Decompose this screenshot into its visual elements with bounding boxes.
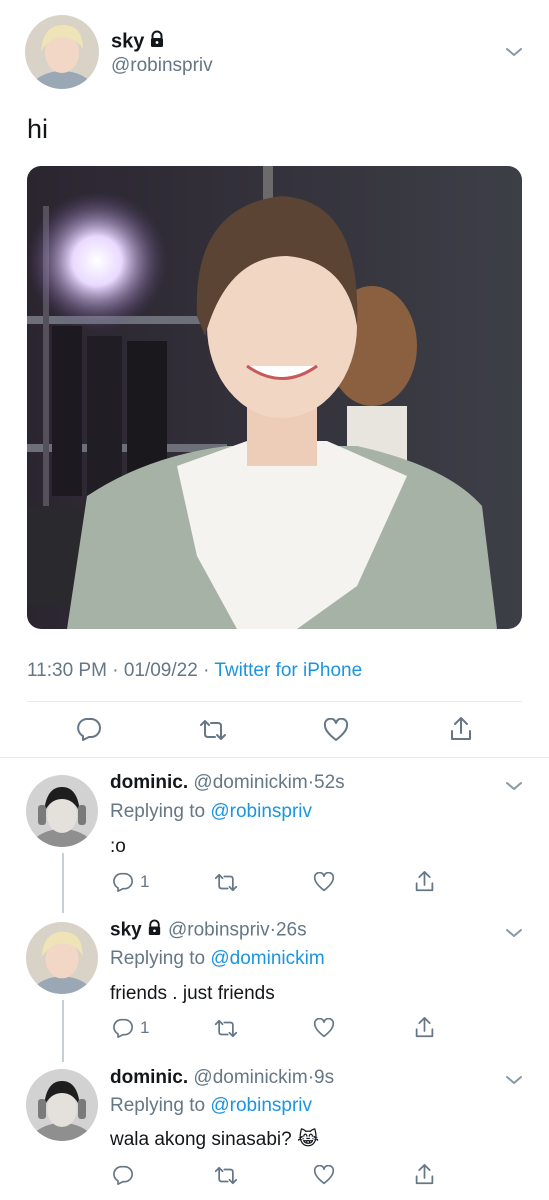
reply-text: friends . just friends [110, 983, 275, 1004]
reply-button[interactable]: 1 [112, 1018, 149, 1038]
handle[interactable]: @robinspriv [111, 55, 213, 77]
replying-prefix: Replying to [110, 948, 206, 969]
reply-count: 1 [140, 1018, 150, 1037]
like-button[interactable] [313, 1165, 335, 1185]
handle[interactable]: @robinspriv [168, 920, 270, 941]
reply-icon [77, 718, 101, 741]
chevron-down-icon[interactable] [503, 779, 525, 793]
cat-tears-emoji: 😹 [296, 1129, 320, 1150]
reply-icon [113, 872, 133, 892]
avatar-dominic[interactable] [26, 775, 98, 847]
lock-icon [146, 919, 163, 942]
avatar-sky[interactable] [25, 15, 99, 89]
tweet-text: hi [27, 114, 49, 144]
reply-text: wala akong sinasabi? [110, 1129, 292, 1150]
tweet-date: 01/09/22 [123, 660, 198, 681]
retweet-button[interactable] [214, 873, 238, 892]
like-button[interactable] [313, 872, 335, 892]
share-icon [415, 1017, 434, 1038]
like-button[interactable] [323, 718, 349, 742]
thread-line [62, 1000, 64, 1062]
chevron-down-icon[interactable] [503, 1073, 525, 1087]
replying-prefix: Replying to [110, 801, 206, 822]
time-ago: 52s [314, 772, 345, 793]
tweet-photo[interactable] [27, 166, 522, 629]
heart-icon [313, 1018, 335, 1038]
retweet-icon [200, 720, 226, 740]
reply-header: dominic. @dominickim·52s [110, 772, 345, 794]
retweet-icon [214, 1166, 238, 1185]
lock-icon [148, 30, 166, 54]
share-button[interactable] [449, 716, 473, 742]
meta-separator: · [203, 660, 210, 681]
retweet-icon [214, 1019, 238, 1038]
share-button[interactable] [414, 870, 435, 893]
reply-button[interactable]: 1 [112, 872, 149, 892]
reply-count: 1 [140, 872, 150, 891]
thread-line [62, 853, 64, 913]
share-icon [415, 871, 434, 892]
reply-header: sky @robinspriv·26s [110, 919, 307, 942]
share-button[interactable] [414, 1163, 435, 1186]
replying-to-link[interactable]: @robinspriv [210, 1095, 312, 1116]
like-button[interactable] [313, 1018, 335, 1038]
share-icon [415, 1164, 434, 1185]
retweet-icon [214, 873, 238, 892]
handle[interactable]: @dominickim [193, 772, 307, 793]
replying-to-link[interactable]: @dominickim [210, 948, 324, 969]
avatar-dominic[interactable] [26, 1069, 98, 1141]
tweet-time: 11:30 PM [27, 660, 107, 681]
heart-icon [323, 718, 349, 741]
replying-to: Replying to @robinspriv [110, 1095, 312, 1117]
reply-button[interactable] [76, 717, 102, 741]
replying-to: Replying to @dominickim [110, 948, 325, 970]
section-divider [0, 757, 549, 758]
chevron-down-icon[interactable] [503, 45, 525, 59]
replying-to-link[interactable]: @robinspriv [210, 801, 312, 822]
replying-prefix: Replying to [110, 1095, 206, 1116]
reply-text: :o [110, 836, 126, 857]
tweet-client[interactable]: Twitter for iPhone [214, 660, 362, 681]
display-name[interactable]: sky [110, 920, 142, 941]
divider [27, 701, 522, 702]
display-name[interactable]: sky [111, 30, 144, 52]
reply-text-row: wala akong sinasabi? 😹 [110, 1128, 319, 1151]
handle[interactable]: @dominickim [193, 1067, 307, 1088]
avatar-sky[interactable] [26, 922, 98, 994]
time-ago: 26s [275, 919, 307, 941]
time-ago: 9s [314, 1067, 335, 1088]
share-button[interactable] [414, 1016, 435, 1039]
retweet-button[interactable] [214, 1019, 238, 1038]
heart-icon [313, 872, 335, 892]
chevron-down-icon[interactable] [503, 926, 525, 940]
reply-button[interactable] [112, 1165, 134, 1185]
display-name[interactable]: dominic. [110, 1067, 188, 1088]
reply-header: dominic. @dominickim·9s [110, 1067, 334, 1089]
main-author: sky [111, 30, 166, 54]
reply-icon [113, 1165, 133, 1185]
heart-icon [313, 1165, 335, 1185]
retweet-button[interactable] [214, 1166, 238, 1185]
display-name[interactable]: dominic. [110, 772, 188, 793]
reply-icon [113, 1018, 133, 1038]
retweet-button[interactable] [199, 719, 227, 741]
tweet-meta: 11:30 PM · 01/09/22 · Twitter for iPhone [27, 660, 362, 682]
meta-separator: · [112, 660, 119, 681]
replying-to: Replying to @robinspriv [110, 801, 312, 823]
share-icon [451, 717, 471, 740]
